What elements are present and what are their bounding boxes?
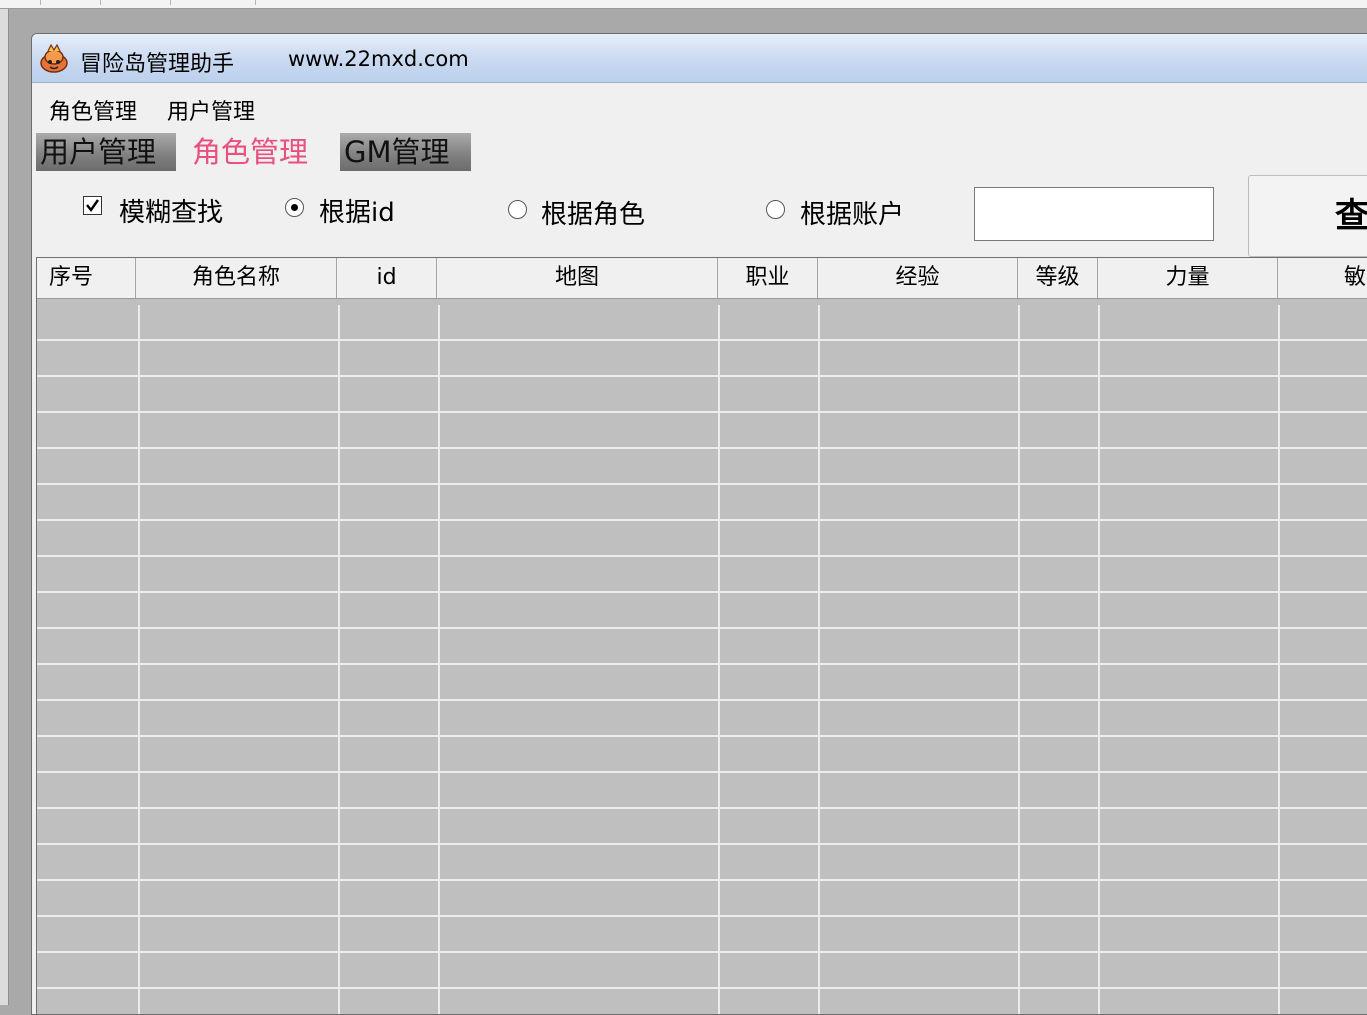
- row-divider: [37, 555, 1367, 557]
- column-header-job[interactable]: 职业: [718, 258, 818, 298]
- radio-by-account-label: 根据账户: [800, 200, 905, 230]
- row-divider: [37, 519, 1367, 521]
- row-divider: [37, 735, 1367, 737]
- row-divider: [37, 915, 1367, 917]
- row-divider: [37, 483, 1367, 485]
- row-divider: [37, 663, 1367, 665]
- maple-mushroom-icon: [38, 43, 70, 74]
- window-url: www.22mxd.com: [288, 47, 469, 71]
- search-input[interactable]: [974, 187, 1214, 241]
- row-divider: [37, 447, 1367, 449]
- column-header-strength[interactable]: 力量: [1098, 258, 1278, 298]
- menu-item-role-management[interactable]: 角色管理: [49, 94, 137, 126]
- tab-role-management[interactable]: 角色管理: [188, 133, 333, 171]
- column-header-dexterity[interactable]: 敏: [1278, 258, 1367, 298]
- query-button[interactable]: 查: [1248, 175, 1367, 257]
- radio-by-id-label: 根据id: [319, 198, 395, 228]
- row-divider: [37, 951, 1367, 953]
- host-strip-segment: [40, 0, 101, 5]
- radio-by-account[interactable]: [766, 200, 785, 219]
- host-strip-segment: [100, 0, 171, 5]
- column-header-map[interactable]: 地图: [437, 258, 718, 298]
- host-window-top-strip: [0, 0, 1367, 9]
- tab-gm-management[interactable]: GM管理: [340, 133, 471, 171]
- row-divider: [37, 375, 1367, 377]
- table-body[interactable]: [37, 305, 1367, 1014]
- search-toolbar: 模糊查找 根据id 根据角色 根据账户 查: [32, 175, 1367, 257]
- radio-by-id[interactable]: [285, 198, 304, 217]
- app-window: 冒险岛管理助手 www.22mxd.com 角色管理 用户管理 用户管理 角色管…: [31, 33, 1367, 1015]
- column-header-id[interactable]: id: [337, 258, 437, 298]
- column-header-experience[interactable]: 经验: [818, 258, 1018, 298]
- table-header-row: 序号 角色名称 id 地图 职业 经验 等级 力量 敏: [37, 258, 1367, 299]
- fuzzy-search-checkbox[interactable]: [83, 196, 102, 215]
- row-divider: [37, 591, 1367, 593]
- row-divider: [37, 339, 1367, 341]
- row-divider: [37, 807, 1367, 809]
- title-bar[interactable]: 冒险岛管理助手 www.22mxd.com: [32, 34, 1367, 83]
- window-title: 冒险岛管理助手: [80, 52, 235, 77]
- column-header-role-name[interactable]: 角色名称: [136, 258, 337, 298]
- host-strip-segment: [170, 0, 256, 5]
- role-table[interactable]: 序号 角色名称 id 地图 职业 经验 等级 力量 敏: [36, 257, 1367, 1014]
- radio-by-role[interactable]: [508, 200, 527, 219]
- row-divider: [37, 987, 1367, 989]
- radio-by-role-label: 根据角色: [541, 200, 646, 230]
- checkmark-icon: [86, 199, 99, 213]
- fuzzy-search-label: 模糊查找: [119, 198, 224, 228]
- column-header-level[interactable]: 等级: [1018, 258, 1098, 298]
- row-divider: [37, 879, 1367, 881]
- row-divider: [37, 411, 1367, 413]
- tab-user-management[interactable]: 用户管理: [36, 133, 176, 171]
- menu-item-user-management[interactable]: 用户管理: [167, 94, 255, 126]
- host-strip-segment: [0, 0, 41, 5]
- radio-selected-dot-icon: [291, 204, 298, 211]
- row-divider: [37, 699, 1367, 701]
- host-window-left-edge: [0, 9, 9, 1005]
- row-divider: [37, 771, 1367, 773]
- column-header-index[interactable]: 序号: [37, 258, 136, 298]
- row-divider: [37, 627, 1367, 629]
- row-divider: [37, 843, 1367, 845]
